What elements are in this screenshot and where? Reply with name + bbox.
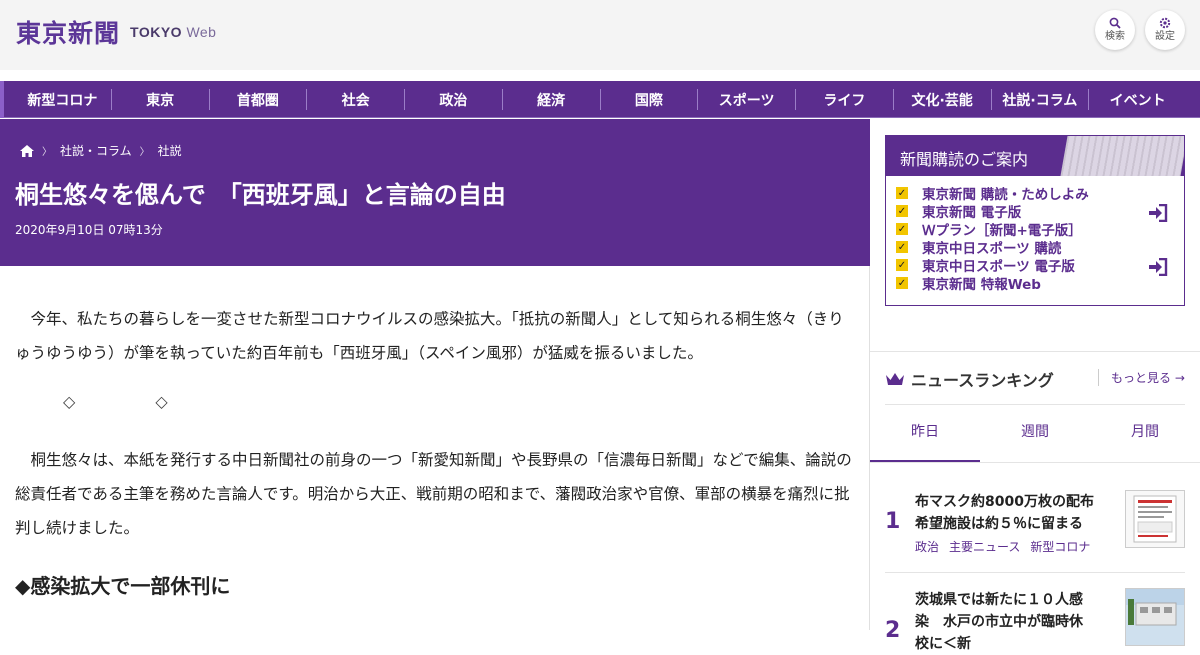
- ranking-rule: [885, 404, 1185, 405]
- ranking-tags: 政治 主要ニュース 新型コロナ: [915, 538, 1100, 555]
- tag-link[interactable]: 政治: [915, 540, 939, 554]
- nav-item-politics[interactable]: 政治: [405, 89, 503, 110]
- diamond-mark: ◇: [63, 392, 76, 411]
- main-nav: 新型コロナ 東京 首都圏 社会 政治 経済 国際 スポーツ ライフ 文化·芸能 …: [0, 81, 1200, 118]
- article-body: 今年、私たちの暮らしを一変させた新型コロナウイルスの感染拡大。「抵抗の新聞人」と…: [15, 302, 855, 370]
- article-subheading: ◆感染拡大で一部休刊に: [15, 574, 231, 598]
- tabs-underline: [870, 462, 1200, 463]
- article-hero: 〉 社説・コラム 〉 社説 桐生悠々を偲んで 「西班牙風」と言論の自由 2020…: [0, 119, 870, 266]
- tab-weekly[interactable]: 週間: [980, 418, 1090, 462]
- ranking-section: ニュースランキング もっと見る → 昨日 週間 月間 1 布マスク約8000万枚…: [870, 119, 1200, 652]
- nav-item-tokyo[interactable]: 東京: [112, 89, 210, 110]
- ranking-heading: ニュースランキング: [885, 367, 1054, 391]
- breadcrumb: 〉 社説・コラム 〉 社説: [20, 142, 182, 159]
- nav-item-editorial[interactable]: 社説·コラム: [992, 89, 1090, 110]
- search-label: 検索: [1105, 31, 1125, 42]
- diamond-mark: ◇: [155, 392, 168, 411]
- home-icon[interactable]: [20, 144, 34, 157]
- settings-button[interactable]: 設定: [1145, 10, 1185, 50]
- settings-label: 設定: [1155, 31, 1175, 42]
- ranking-tabs: 昨日 週間 月間: [870, 418, 1200, 462]
- gear-icon: [1159, 17, 1171, 29]
- news-thumbnail[interactable]: [1125, 588, 1185, 646]
- news-thumbnail[interactable]: [1125, 490, 1185, 548]
- nav-item-life[interactable]: ライフ: [796, 89, 894, 110]
- site-header: 東京新聞 TOKYO Web 検索 設定: [0, 0, 1200, 70]
- arrow-right-icon: →: [1174, 371, 1185, 385]
- nav-item-events[interactable]: イベント: [1089, 89, 1186, 110]
- photo-thumbnail-icon: [1126, 589, 1184, 626]
- section-divider: ◇ ◇: [63, 392, 248, 411]
- tag-link[interactable]: 新型コロナ: [1030, 540, 1090, 554]
- nav-item-metropolitan[interactable]: 首都圏: [210, 89, 308, 110]
- rank-number: 1: [885, 509, 901, 534]
- section-separator: [870, 351, 1200, 352]
- search-icon: [1109, 17, 1121, 29]
- nav-item-sports[interactable]: スポーツ: [698, 89, 796, 110]
- nav-item-culture[interactable]: 文化·芸能: [894, 89, 992, 110]
- ranking-headline[interactable]: 布マスク約8000万枚の配布 希望施設は約５％に留まる: [915, 491, 1108, 535]
- logo-english: TOKYO Web: [130, 24, 217, 40]
- breadcrumb-editorial[interactable]: 社説: [158, 142, 182, 159]
- tab-yesterday[interactable]: 昨日: [870, 418, 980, 462]
- more-link[interactable]: もっと見る →: [1098, 369, 1185, 386]
- article-paragraph: 今年、私たちの暮らしを一変させた新型コロナウイルスの感染拡大。「抵抗の新聞人」と…: [15, 310, 844, 362]
- tag-link[interactable]: 主要ニュース: [949, 540, 1020, 554]
- nav-item-international[interactable]: 国際: [601, 89, 699, 110]
- nav-item-corona[interactable]: 新型コロナ: [14, 89, 112, 110]
- article-title: 桐生悠々を偲んで 「西班牙風」と言論の自由: [15, 181, 506, 209]
- article-date: 2020年9月10日 07時13分: [15, 223, 163, 237]
- nav-item-economy[interactable]: 経済: [503, 89, 601, 110]
- search-button[interactable]: 検索: [1095, 10, 1135, 50]
- site-logo[interactable]: 東京新聞 TOKYO Web: [16, 14, 216, 50]
- nav-item-society[interactable]: 社会: [307, 89, 405, 110]
- breadcrumb-separator: 〉: [139, 147, 150, 158]
- crown-icon: [886, 373, 904, 385]
- ranking-headline[interactable]: 茨城県では新たに１０人感染 水戸の市立中が臨時休校に＜新: [915, 589, 1095, 655]
- breadcrumb-editorial-column[interactable]: 社説・コラム: [60, 142, 132, 159]
- breadcrumb-separator: 〉: [42, 147, 52, 158]
- rank-number: 2: [885, 618, 901, 643]
- document-thumbnail-icon: [1133, 495, 1177, 543]
- article-paragraph: 桐生悠々は、本紙を発行する中日新聞社の前身の一つ「新愛知新聞」や長野県の「信濃毎…: [15, 451, 852, 537]
- ranking-rule: [885, 572, 1185, 573]
- sidebar: 新聞購読のご案内 ✓ 東京新聞 購読・ためしよみ ✓ 東京新聞 電子版 ✓ Ｗプラン［…: [870, 119, 1200, 652]
- logo-japanese: 東京新聞: [16, 19, 121, 48]
- tab-monthly[interactable]: 月間: [1090, 418, 1200, 462]
- nav-accent-bar: [0, 81, 4, 118]
- ranking-title: ニュースランキング: [911, 371, 1054, 390]
